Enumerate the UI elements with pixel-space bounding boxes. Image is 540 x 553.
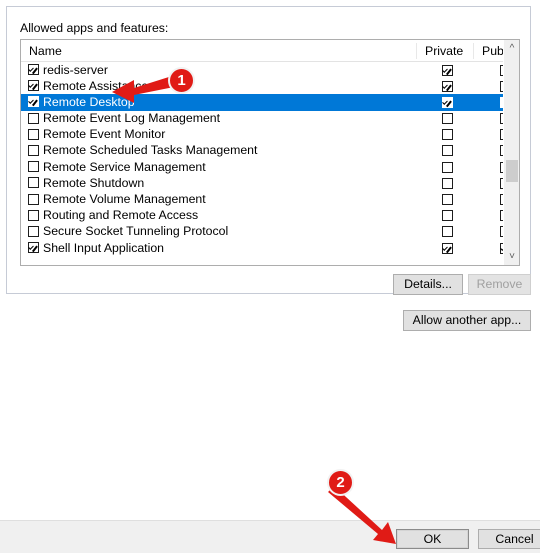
row-enabled-checkbox[interactable] bbox=[28, 96, 39, 108]
row-enabled-checkbox[interactable] bbox=[28, 128, 39, 140]
row-enabled-checkbox[interactable] bbox=[28, 209, 39, 221]
list-header: Name Private Public ^ bbox=[21, 40, 519, 62]
row-name-label: Remote Event Monitor bbox=[43, 127, 166, 142]
scrollbar-down-arrow-icon[interactable]: ˅ bbox=[504, 248, 519, 265]
row-private-checkbox[interactable] bbox=[442, 194, 453, 205]
row-name-label: Remote Event Log Management bbox=[43, 111, 221, 126]
column-header-name[interactable]: Name bbox=[29, 44, 62, 58]
row-name-label: Remote Scheduled Tasks Management bbox=[43, 143, 258, 158]
annotation-badge-1: 1 bbox=[168, 67, 195, 94]
row-enabled-checkbox[interactable] bbox=[28, 161, 39, 173]
table-row[interactable]: Shell Input Application bbox=[21, 240, 519, 256]
row-private-checkbox[interactable] bbox=[442, 113, 453, 125]
row-enabled-checkbox[interactable] bbox=[28, 193, 39, 205]
row-name-label: redis-server bbox=[43, 62, 108, 77]
row-name-label: Shell Input Application bbox=[43, 240, 165, 255]
table-row[interactable]: Remote Service Management bbox=[21, 159, 519, 175]
table-row[interactable]: Routing and Remote Access bbox=[21, 208, 519, 224]
row-name-label: Routing and Remote Access bbox=[43, 208, 199, 223]
list-scrollbar[interactable]: ^ ˅ bbox=[503, 40, 519, 265]
row-name-label: Remote Volume Management bbox=[43, 192, 206, 206]
table-row[interactable]: Remote Volume Management bbox=[21, 192, 519, 208]
table-row[interactable]: Remote Desktop bbox=[21, 94, 519, 111]
details-button[interactable]: Details... bbox=[393, 274, 463, 295]
row-private-checkbox[interactable] bbox=[442, 64, 453, 76]
remove-button: Remove bbox=[468, 274, 531, 295]
row-private-checkbox[interactable] bbox=[442, 129, 453, 141]
row-name-label: Remote Shutdown bbox=[43, 175, 145, 190]
row-enabled-checkbox[interactable] bbox=[28, 64, 39, 75]
row-enabled-checkbox[interactable] bbox=[28, 225, 39, 237]
allowed-apps-listbox[interactable]: Name Private Public ^ redis-serverRemote… bbox=[20, 39, 520, 266]
ok-button[interactable]: OK bbox=[396, 529, 469, 549]
row-private-checkbox[interactable] bbox=[442, 96, 453, 108]
table-row[interactable]: Remote Assistance bbox=[21, 78, 519, 94]
row-enabled-checkbox[interactable] bbox=[28, 177, 39, 189]
table-row[interactable]: Remote Scheduled Tasks Management bbox=[21, 143, 519, 159]
row-enabled-checkbox[interactable] bbox=[28, 144, 39, 156]
annotation-badge-2: 2 bbox=[327, 469, 354, 496]
row-name-label: Remote Desktop bbox=[43, 94, 135, 109]
row-private-checkbox[interactable] bbox=[442, 161, 453, 173]
row-name-label: Remote Assistance bbox=[43, 78, 149, 93]
allowed-apps-label: Allowed apps and features: bbox=[20, 21, 169, 35]
row-private-checkbox[interactable] bbox=[442, 242, 453, 254]
row-private-checkbox[interactable] bbox=[442, 80, 453, 92]
allowed-apps-panel: Allowed apps and features: Name Private … bbox=[6, 6, 531, 295]
row-private-checkbox[interactable] bbox=[442, 177, 453, 189]
table-row[interactable]: Remote Shutdown bbox=[21, 175, 519, 191]
row-enabled-checkbox[interactable] bbox=[28, 80, 39, 92]
table-row[interactable]: Remote Event Monitor bbox=[21, 127, 519, 143]
header-separator bbox=[416, 43, 417, 59]
row-name-label: Secure Socket Tunneling Protocol bbox=[43, 224, 229, 239]
table-row[interactable]: Remote Event Log Management bbox=[21, 111, 519, 127]
table-row[interactable]: redis-server bbox=[21, 62, 519, 78]
scrollbar-thumb[interactable] bbox=[506, 160, 518, 182]
dialog-root: Allowed apps and features: Name Private … bbox=[0, 0, 540, 553]
row-enabled-checkbox[interactable] bbox=[28, 242, 39, 254]
row-private-checkbox[interactable] bbox=[442, 145, 453, 157]
header-separator bbox=[473, 43, 474, 59]
list-rows: redis-server Remote Assistance Remote Desk… bbox=[21, 62, 519, 256]
row-private-checkbox[interactable] bbox=[442, 226, 453, 238]
allow-another-app-button[interactable]: Allow another app... bbox=[403, 310, 531, 331]
row-private-checkbox[interactable] bbox=[442, 210, 453, 222]
cancel-button[interactable]: Cancel bbox=[478, 529, 540, 549]
row-enabled-checkbox[interactable] bbox=[28, 112, 39, 124]
table-row[interactable]: Secure Socket Tunneling Protocol bbox=[21, 224, 519, 240]
column-header-private[interactable]: Private bbox=[425, 44, 463, 58]
scrollbar-up-arrow-icon[interactable]: ^ bbox=[504, 40, 519, 57]
row-name-label: Remote Service Management bbox=[43, 159, 206, 174]
